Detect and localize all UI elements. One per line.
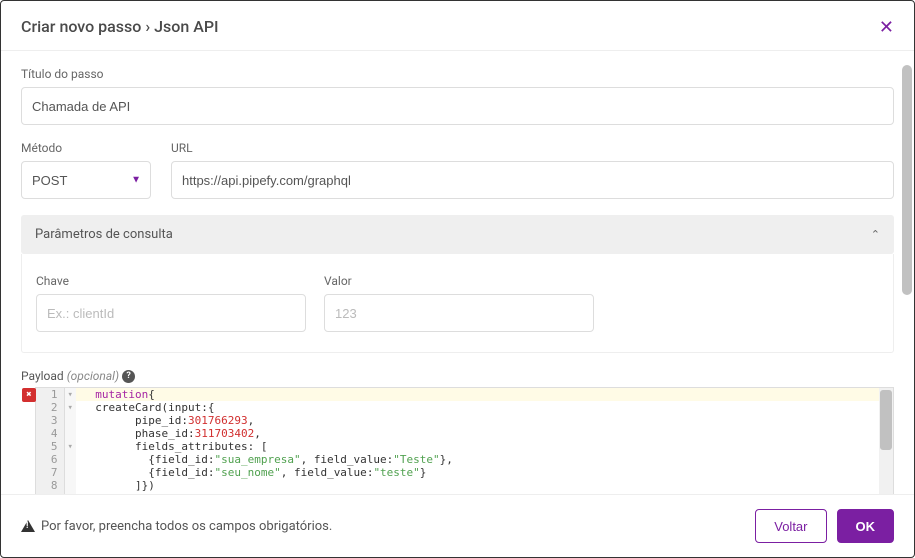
code-line[interactable]: {card {id}} (76, 492, 893, 494)
help-icon[interactable]: ? (122, 370, 135, 383)
body-scrollbar[interactable] (902, 65, 912, 295)
warning-icon (21, 520, 35, 532)
fold-toggle[interactable]: ▾ (64, 388, 76, 401)
code-line[interactable]: {field_id:"seu_nome", field_value:"teste… (76, 466, 893, 479)
param-value-input[interactable] (324, 294, 594, 332)
title-label: Título do passo (21, 67, 894, 81)
fold-toggle (64, 427, 76, 440)
code-line[interactable]: fields_attributes: [ (76, 440, 893, 453)
gutter-line: 7 (36, 466, 64, 479)
fold-toggle[interactable]: ▾ (64, 440, 76, 453)
method-select[interactable] (21, 161, 151, 199)
params-body: Chave Valor (21, 254, 894, 353)
gutter-line: 6 (36, 453, 64, 466)
params-title: Parâmetros de consulta (35, 227, 173, 242)
editor-scrollbar[interactable] (879, 388, 893, 494)
close-button[interactable]: ✕ (879, 18, 894, 36)
payload-editor[interactable]: 1✖▾ mutation{2▾ createCard(input:{3 pipe… (35, 387, 894, 494)
fold-toggle (64, 453, 76, 466)
fold-toggle (64, 466, 76, 479)
error-icon: ✖ (22, 388, 36, 402)
title-input[interactable] (21, 87, 894, 125)
url-input[interactable] (171, 161, 894, 199)
params-accordion-header[interactable]: Parâmetros de consulta ⌃ (21, 215, 894, 254)
chevron-up-icon: ⌃ (871, 228, 880, 241)
param-key-input[interactable] (36, 294, 306, 332)
modal-body: Título do passo Método ▼ URL Parâmetros … (1, 51, 914, 494)
fold-toggle (64, 414, 76, 427)
code-line[interactable]: mutation{ (76, 388, 893, 401)
payload-label: Payload (opcional) ? (21, 369, 894, 383)
param-value-label: Valor (324, 274, 594, 288)
gutter-line: 3 (36, 414, 64, 427)
fold-toggle[interactable]: ▾ (64, 401, 76, 414)
code-line[interactable]: createCard(input:{ (76, 401, 893, 414)
gutter-line: 4 (36, 427, 64, 440)
method-label: Método (21, 141, 151, 155)
gutter-line: 1✖ (36, 388, 64, 401)
gutter-line: 5 (36, 440, 64, 453)
code-line[interactable]: phase_id:311703402, (76, 427, 893, 440)
modal-footer: Por favor, preencha todos os campos obri… (1, 494, 914, 557)
back-button[interactable]: Voltar (755, 509, 826, 543)
modal-title: Criar novo passo › Json API (21, 17, 219, 36)
code-line[interactable]: ]}) (76, 479, 893, 492)
gutter-line: 8 (36, 479, 64, 492)
code-line[interactable]: {field_id:"sua_empresa", field_value:"Te… (76, 453, 893, 466)
fold-toggle (64, 492, 76, 494)
modal: Criar novo passo › Json API ✕ Título do … (1, 1, 914, 557)
gutter-line: 2 (36, 401, 64, 414)
footer-message: Por favor, preencha todos os campos obri… (21, 519, 332, 534)
gutter-line: 9 (36, 492, 64, 494)
ok-button[interactable]: OK (837, 509, 895, 543)
url-label: URL (171, 141, 894, 155)
code-line[interactable]: pipe_id:301766293, (76, 414, 893, 427)
fold-toggle (64, 479, 76, 492)
modal-header: Criar novo passo › Json API ✕ (1, 1, 914, 51)
param-key-label: Chave (36, 274, 306, 288)
